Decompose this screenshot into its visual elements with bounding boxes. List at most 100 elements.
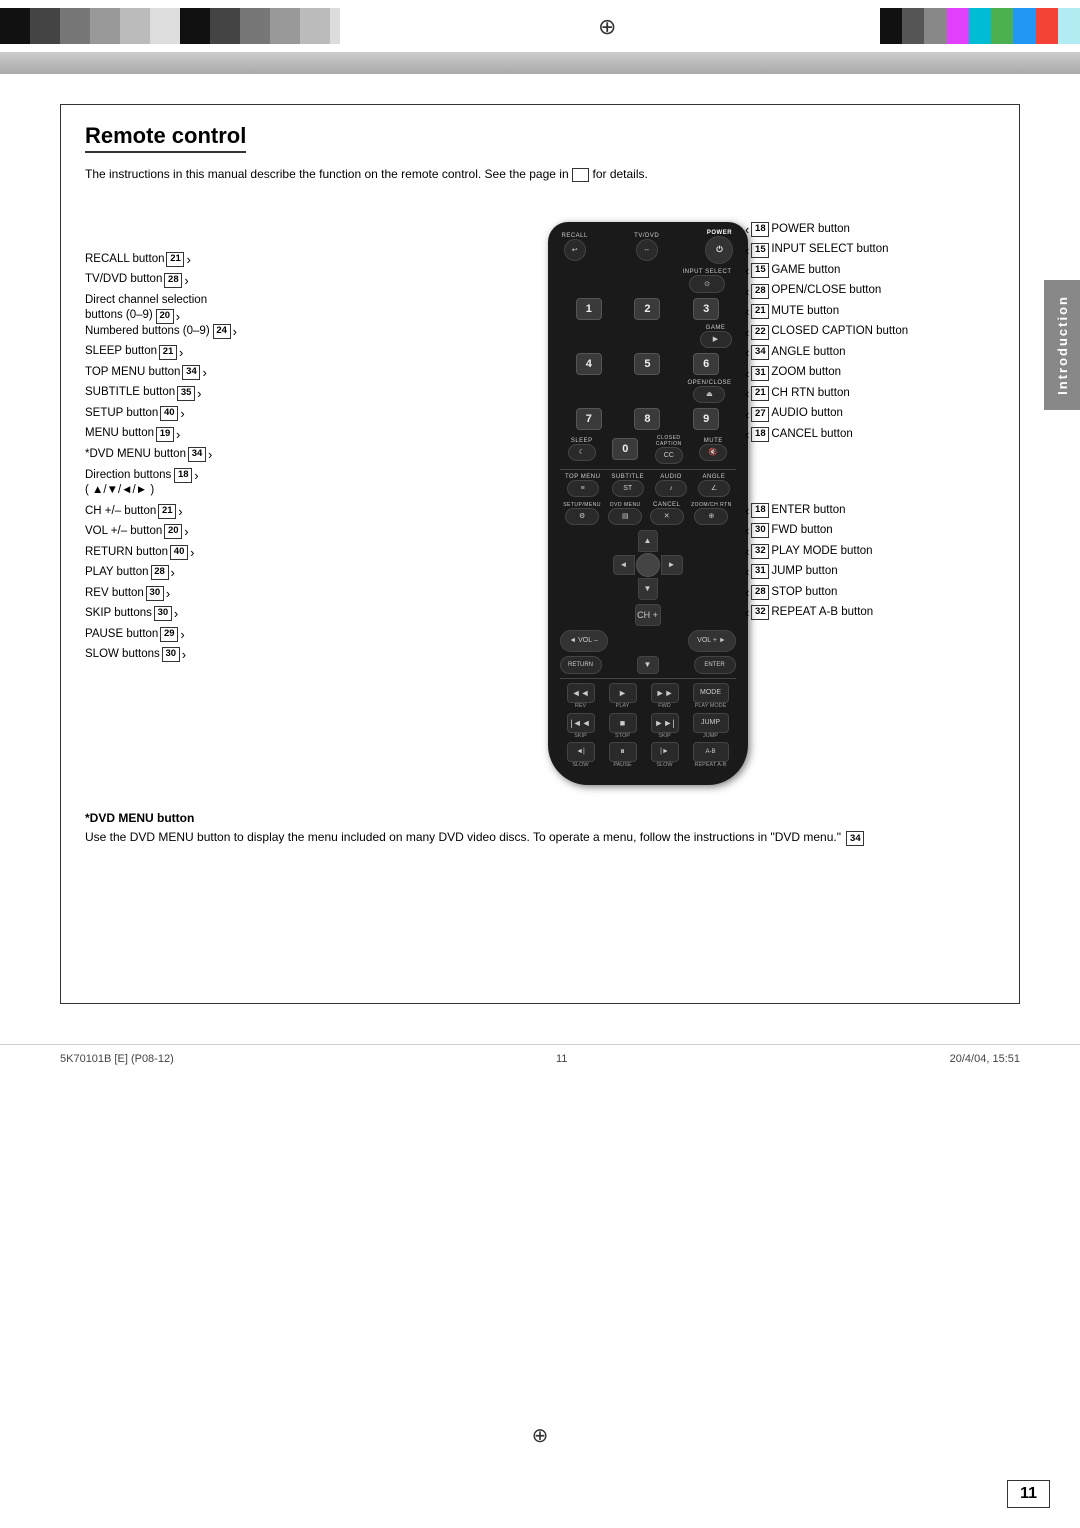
dpad-right-btn[interactable]: ► [661, 555, 683, 575]
input-select-group: INPUT SELECT ⊙ [683, 269, 732, 293]
tvdvd-group: TV/DVD ↔ [634, 233, 659, 261]
angle-btn[interactable]: ∠ [698, 480, 730, 497]
play-btn[interactable]: ► [609, 683, 637, 703]
cc-btn[interactable]: CC [655, 447, 683, 464]
pause-btn[interactable]: ⏸ [609, 742, 637, 762]
dvd-note-title: *DVD MENU button [85, 811, 194, 825]
num-9-btn[interactable]: 9 [693, 408, 719, 430]
color-lightcyan [1058, 8, 1080, 44]
return-btn[interactable]: RETURN [560, 656, 602, 674]
tvdvd-btn[interactable]: ↔ [636, 239, 658, 261]
skip-back-group: |◄◄ SKIP [567, 713, 595, 739]
label-subtitle: SUBTITLE button 35› [85, 385, 320, 401]
game-group: GAME ▶ [700, 325, 732, 348]
rev-btn[interactable]: ◄◄ [567, 683, 595, 703]
num-0-btn[interactable]: 0 [612, 438, 638, 460]
color-green [991, 8, 1013, 44]
sleep-btn[interactable]: ☾ [568, 444, 596, 461]
slow-fwd-group: |► SLOW [651, 742, 679, 768]
return-enter-row: RETURN ▼ ENTER [560, 656, 736, 674]
enter-btn[interactable]: ENTER [694, 656, 736, 674]
skip-back-btn[interactable]: |◄◄ [567, 713, 595, 733]
num-row-2: 4 5 6 [560, 353, 736, 375]
cancel-btn[interactable]: ✕ [650, 508, 684, 525]
label-menu: MENU button 19› [85, 426, 320, 442]
stop-btn[interactable]: ■ [609, 713, 637, 733]
footer: 5K70101B [E] (P08-12) 11 20/4/04, 15:51 [0, 1044, 1080, 1073]
ch-down-btn[interactable]: ▼ [637, 656, 659, 674]
num-7-btn[interactable]: 7 [576, 408, 602, 430]
jump-btn[interactable]: JUMP [693, 713, 729, 733]
label-direct-ch: Direct channel selection buttons (0–9) 2… [85, 293, 320, 340]
dvd-menu-note: *DVD MENU button Use the DVD MENU button… [85, 809, 995, 847]
bottom-crosshair: ⊕ [532, 1423, 549, 1448]
left-labels: RECALL button 21› TV/DVD button 28› Dire… [85, 202, 320, 785]
remote-section: Remote control The instructions in this … [60, 104, 1020, 1004]
label-cc: ‹22 CLOSED CAPTION button [745, 324, 995, 340]
recall-btn[interactable]: ↩ [564, 239, 586, 261]
repeat-ab-group: A-B REPEAT A-B [693, 742, 729, 768]
playmode-btn[interactable]: MODE [693, 683, 729, 703]
dpad-up-btn[interactable]: ▲ [638, 530, 658, 552]
game-row: GAME ▶ [560, 325, 732, 348]
power-btn[interactable]: ⏻ [705, 236, 733, 264]
ch-plus-row: CH + [560, 604, 736, 626]
num-5-btn[interactable]: 5 [634, 353, 660, 375]
slow-fwd-btn[interactable]: |► [651, 742, 679, 762]
num-8-btn[interactable]: 8 [634, 408, 660, 430]
label-enter: ‹18 ENTER button [745, 503, 995, 519]
input-select-btn[interactable]: ⊙ [689, 275, 725, 293]
label-cancel: ‹18 CANCEL button [745, 427, 995, 443]
num-3-btn[interactable]: 3 [693, 298, 719, 320]
slow-back-btn[interactable]: ◄| [567, 742, 595, 762]
setup-menu-btn[interactable]: ⚙ [565, 508, 599, 525]
dpad-left-btn[interactable]: ◄ [613, 555, 635, 575]
rev-group: ◄◄ REV [567, 683, 595, 709]
dpad-center [636, 553, 660, 577]
vol-plus-btn[interactable]: VOL + ► [688, 630, 736, 652]
zoom-chrtn-group: ZOOM/CH RTN ⊕ [691, 502, 732, 525]
audio-group: AUDIO ♪ [655, 474, 687, 497]
dvd-menu-btn[interactable]: ▤ [608, 508, 642, 525]
top-menu-btn[interactable]: ≡ [567, 480, 599, 497]
footer-left: 5K70101B [E] (P08-12) [60, 1053, 174, 1065]
repeat-ab-btn[interactable]: A-B [693, 742, 729, 762]
vol-ch-row: ◄ VOL – VOL + ► [560, 630, 736, 652]
page-number-box: 11 [1007, 1480, 1050, 1508]
setupmenu-group: SETUP/MENU ⚙ [563, 502, 601, 525]
num-1-btn[interactable]: 1 [576, 298, 602, 320]
label-slow: SLOW buttons 30› [85, 647, 320, 663]
remote-drawing: RECALL ↩ TV/DVD ↔ POWER ⏻ [548, 222, 768, 785]
game-btn[interactable]: ▶ [700, 331, 732, 348]
ch-plus-btn[interactable]: CH + [635, 604, 661, 626]
color-red [1036, 8, 1058, 44]
label-return: RETURN button 40› [85, 545, 320, 561]
vol-minus-btn[interactable]: ◄ VOL – [560, 630, 608, 652]
num-4-btn[interactable]: 4 [576, 353, 602, 375]
subtitle-btn[interactable]: ST [612, 480, 644, 497]
right-labels: ‹18 POWER button ‹15 INPUT SELECT button… [745, 202, 995, 626]
topmenu-sub-audio-angle-row: TOP MENU ≡ SUBTITLE ST AUDIO ♪ [560, 474, 736, 497]
dpad-down-btn[interactable]: ▼ [638, 578, 658, 600]
zoom-chrtn-btn[interactable]: ⊕ [694, 508, 728, 525]
fwd-group: ►► FWD [651, 683, 679, 709]
stop-group: ■ STOP [609, 713, 637, 739]
openclose-btn[interactable]: ⏏ [693, 386, 725, 403]
num-6-btn[interactable]: 6 [693, 353, 719, 375]
mute-btn[interactable]: 🔇 [699, 444, 727, 461]
top-btn-row: RECALL ↩ TV/DVD ↔ POWER ⏻ [560, 230, 736, 264]
num-2-btn[interactable]: 2 [634, 298, 660, 320]
slow-back-group: ◄| SLOW [567, 742, 595, 768]
audio-btn[interactable]: ♪ [655, 480, 687, 497]
label-ch-plusminus: CH +/– button 21› [85, 504, 320, 520]
gradient-bar-left [0, 8, 340, 44]
fwd-btn[interactable]: ►► [651, 683, 679, 703]
pause-group: ⏸ PAUSE [609, 742, 637, 768]
skip-fwd-btn[interactable]: ►►| [651, 713, 679, 733]
label-rev: REV button 30› [85, 586, 320, 602]
label-game: ‹15 GAME button [745, 263, 995, 279]
play-group: ► PLAY [609, 683, 637, 709]
main-content: Remote control The instructions in this … [0, 74, 1080, 1024]
setup-dvdmenu-cancel-zoom-row: SETUP/MENU ⚙ DVD MENU ▤ CANCEL ✕ [560, 502, 736, 525]
label-zoom: ‹31 ZOOM button [745, 365, 995, 381]
